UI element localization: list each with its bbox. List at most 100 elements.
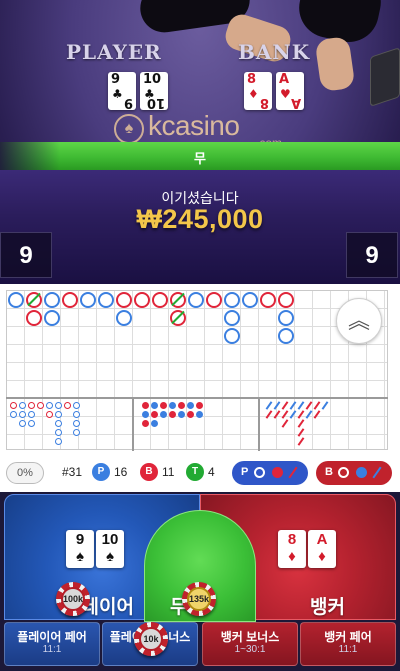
road-dot — [169, 402, 176, 409]
road-dot — [73, 411, 80, 418]
banker-count: 11 — [162, 465, 175, 479]
road-dot — [28, 420, 35, 427]
road-marker — [152, 292, 168, 308]
ask-slash-icon — [372, 466, 382, 479]
road-marker — [170, 292, 186, 308]
road-marker — [134, 292, 150, 308]
baccarat-game-screen: PLAYER BANK 9 ♣ 9 10 ♣ 10 8 ♦ 8 A ♥ A ♠ … — [0, 0, 400, 671]
tie-count: 4 — [208, 465, 215, 479]
road-dot — [169, 411, 176, 418]
road-marker — [62, 292, 78, 308]
player-bet-card-1: 9 ♠ — [66, 530, 94, 568]
roadmap-divider — [6, 397, 388, 399]
road-marker — [170, 310, 186, 326]
player-bet-chip[interactable]: 100k — [56, 582, 90, 616]
road-dot — [10, 402, 17, 409]
road-dot — [19, 402, 26, 409]
road-dot — [46, 411, 53, 418]
player-table-label: PLAYER — [66, 40, 162, 64]
banker-ask-button[interactable]: B — [316, 461, 392, 485]
card-shoe-device — [370, 47, 400, 107]
road-dot — [178, 411, 185, 418]
road-marker — [116, 292, 132, 308]
road-dot — [46, 402, 53, 409]
road-dot — [73, 420, 80, 427]
road-marker — [80, 292, 96, 308]
banker-bet-card-1: 8 ♦ — [278, 530, 306, 568]
ask-ring-icon — [254, 467, 265, 478]
road-dot — [151, 411, 158, 418]
road-dot — [73, 402, 80, 409]
tie-mark — [171, 292, 185, 307]
road-dot — [37, 402, 44, 409]
banker-bet-card-2: A ♦ — [308, 530, 336, 568]
road-dot — [55, 420, 62, 427]
road-dot — [55, 438, 62, 445]
spade-logo-icon: ♠ — [114, 114, 144, 144]
road-marker — [98, 292, 114, 308]
banker-card-2: A ♥ A — [276, 72, 304, 110]
tie-bet-chip[interactable]: 135k — [182, 582, 216, 616]
road-marker — [26, 310, 42, 326]
road-marker — [44, 310, 60, 326]
win-amount: ₩245,000 — [136, 204, 264, 234]
road-marker — [278, 328, 294, 344]
player-card-2: 10 ♣ 10 — [140, 72, 168, 110]
logo-text: kcasino — [148, 110, 240, 141]
result-label: 무 — [194, 151, 206, 166]
road-marker — [224, 292, 240, 308]
road-marker — [116, 310, 132, 326]
ask-dot-icon — [356, 467, 367, 478]
player-score: 9 — [0, 232, 52, 278]
road-marker — [8, 292, 24, 308]
player-bonus-chip[interactable]: 10k — [134, 622, 168, 656]
road-marker — [224, 310, 240, 326]
banker-count-badge: B — [140, 463, 158, 481]
shoe-count: #31 — [62, 465, 83, 479]
roadmap-divider-1 — [132, 399, 134, 451]
road-dot — [178, 402, 185, 409]
road-dot — [187, 402, 194, 409]
banker-score: 9 — [346, 232, 398, 278]
percent-toggle[interactable]: 0% — [6, 462, 44, 484]
player-count: 16 — [114, 465, 128, 479]
player-pair-bet[interactable]: 플레이어 페어 11:1 — [4, 622, 100, 666]
ask-slash-icon — [288, 466, 298, 479]
road-dot — [64, 402, 71, 409]
ask-dot-icon — [272, 467, 283, 478]
player-card-1: 9 ♣ 9 — [108, 72, 136, 110]
tie-mark — [171, 310, 185, 325]
road-dot — [55, 411, 62, 418]
collapse-roadmap-button[interactable]: ︽ — [336, 298, 382, 344]
road-dot — [10, 411, 17, 418]
banker-table-label: BANK — [238, 40, 311, 64]
road-dot — [142, 411, 149, 418]
tie-count-badge: T — [186, 463, 204, 481]
player-count-badge: P — [92, 463, 110, 481]
road-dot — [142, 402, 149, 409]
result-banner: 무 — [0, 142, 400, 170]
player-ask-button[interactable]: P — [232, 461, 308, 485]
road-dot — [28, 402, 35, 409]
banker-bonus-bet[interactable]: 뱅커 보너스 1~30:1 — [202, 622, 298, 666]
road-dot — [142, 420, 149, 427]
dealer-hand-right — [314, 35, 356, 93]
road-dot — [151, 420, 158, 427]
road-marker — [260, 292, 276, 308]
road-dot — [19, 411, 26, 418]
ask-ring-icon — [338, 467, 349, 478]
road-marker — [26, 292, 42, 308]
road-dot — [28, 411, 35, 418]
road-dot — [187, 411, 194, 418]
big-road-grid — [6, 290, 388, 450]
road-dot — [19, 420, 26, 427]
banker-pair-bet[interactable]: 뱅커 페어 11:1 — [300, 622, 396, 666]
road-marker — [188, 292, 204, 308]
road-dot — [55, 402, 62, 409]
road-marker — [44, 292, 60, 308]
road-dot — [196, 411, 203, 418]
road-dot — [196, 402, 203, 409]
road-marker — [278, 310, 294, 326]
roadmap-divider-2 — [258, 399, 260, 451]
road-marker — [224, 328, 240, 344]
